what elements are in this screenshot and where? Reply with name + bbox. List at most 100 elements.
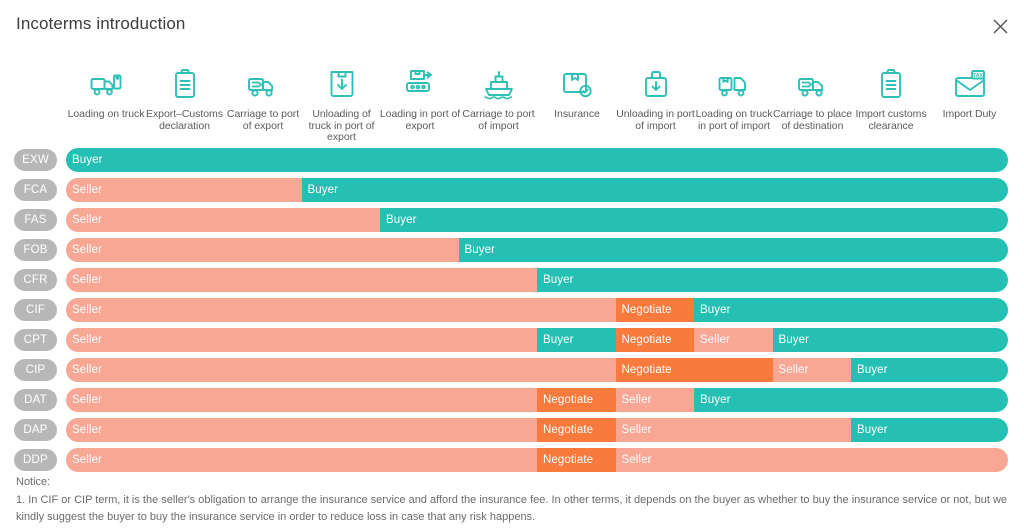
responsibility-bar: Seller Negotiate Seller Buyer	[66, 358, 1008, 382]
incoterm-code-dat[interactable]: DAT	[14, 389, 57, 411]
segment-seller: Seller	[694, 328, 773, 352]
carriage-to-place-of-destination-icon	[796, 62, 830, 106]
segment-seller: Seller	[615, 388, 694, 412]
incoterms-rows: EXW Buyer FCA Seller Buyer FAS Seller Buyer FOB S…	[0, 146, 1024, 476]
segment-buyer: Buyer	[537, 328, 616, 352]
stage-column-5: Loading in port of export	[380, 62, 460, 150]
notice-item-1: 1. In CIF or CIP term, it is the seller'…	[16, 494, 1008, 523]
incoterm-code-cif[interactable]: CIF	[14, 299, 57, 321]
responsibility-bar: Seller Negotiate Buyer	[66, 298, 1008, 322]
segment-seller: Seller	[772, 358, 851, 382]
stage-column-4: Unloading of truck in port of export	[302, 62, 382, 150]
incoterm-code-ddp[interactable]: DDP	[14, 449, 57, 471]
stage-column-1: Loading on truck	[66, 62, 146, 150]
stage-column-12: TAX Import Duty	[930, 62, 1010, 150]
incoterm-code-dap[interactable]: DAP	[14, 419, 57, 441]
responsibility-bar: Seller Buyer	[66, 238, 1008, 262]
segment-seller: Seller	[66, 208, 380, 232]
unloading-in-port-of-import-icon	[639, 62, 673, 106]
responsibility-bar: Seller Negotiate Seller Buyer	[66, 418, 1008, 442]
responsibility-bar: Seller Buyer	[66, 208, 1008, 232]
page-title: Incoterms introduction	[16, 14, 186, 33]
incoterm-code-cip[interactable]: CIP	[14, 359, 57, 381]
stage-column-6: Carriage to port of import	[459, 62, 539, 150]
stage-column-8: Unloading in port of import	[616, 62, 696, 150]
incoterm-row: EXW Buyer	[0, 146, 1024, 176]
segment-buyer: Buyer	[301, 178, 1008, 202]
incoterm-code-cfr[interactable]: CFR	[14, 269, 57, 291]
import-customs-clearance-icon	[874, 62, 908, 106]
segment-seller: Seller	[66, 178, 302, 202]
stage-column-label: Carriage to port of import	[462, 108, 535, 132]
carriage-to-port-of-import-icon	[482, 62, 516, 106]
stage-column-2: Export–Customs declaration	[145, 62, 225, 150]
incoterm-code-fob[interactable]: FOB	[14, 239, 57, 261]
segment-seller: Seller	[66, 358, 616, 382]
close-icon[interactable]	[988, 14, 1012, 38]
segment-seller: Seller	[66, 268, 537, 292]
dialog-header: Incoterms introduction	[0, 0, 1024, 52]
segment-buyer: Buyer	[694, 388, 1008, 412]
stage-column-9: Loading on truck in port of import	[694, 62, 774, 150]
carriage-to-port-of-export-icon	[246, 62, 280, 106]
import-duty-icon: TAX	[953, 62, 987, 106]
stage-column-label: Loading on truck in port of import	[695, 108, 773, 132]
segment-seller: Seller	[66, 328, 537, 352]
stage-column-label: Unloading of truck in port of export	[308, 108, 375, 144]
incoterm-code-fas[interactable]: FAS	[14, 209, 57, 231]
stage-column-label: Import customs clearance	[855, 108, 927, 132]
responsibility-bar: Seller Negotiate Seller	[66, 448, 1008, 472]
incoterm-row: CPT Seller Buyer Negotiate Seller Buyer	[0, 326, 1024, 356]
incoterms-dialog: Incoterms introduction Loading on truck E…	[0, 0, 1024, 532]
segment-buyer: Buyer	[537, 268, 1008, 292]
stage-column-3: Carriage to port of export	[223, 62, 303, 150]
incoterm-code-fca[interactable]: FCA	[14, 179, 57, 201]
incoterm-code-exw[interactable]: EXW	[14, 149, 57, 171]
stage-column-10: Carriage to place of destination	[773, 62, 853, 150]
segment-seller: Seller	[66, 238, 459, 262]
stage-column-label: Loading on truck	[67, 108, 145, 120]
incoterm-row: FCA Seller Buyer	[0, 176, 1024, 206]
notice-heading: Notice:	[16, 476, 51, 488]
stage-column-label: Carriage to port of export	[226, 108, 300, 132]
segment-buyer: Buyer	[694, 298, 1008, 322]
stage-column-headers: Loading on truck Export–Customs declarati…	[66, 62, 1008, 150]
stage-column-label: Insurance	[554, 108, 600, 120]
segment-seller: Seller	[66, 388, 537, 412]
incoterm-row: FAS Seller Buyer	[0, 206, 1024, 236]
responsibility-bar: Seller Buyer Negotiate Seller Buyer	[66, 328, 1008, 352]
loading-on-truck-icon	[89, 62, 123, 106]
export-customs-declaration-icon	[168, 62, 202, 106]
segment-seller: Seller	[66, 418, 537, 442]
stage-column-label: Export–Customs declaration	[146, 108, 223, 132]
responsibility-bar: Seller Buyer	[66, 178, 1008, 202]
incoterm-row: FOB Seller Buyer	[0, 236, 1024, 266]
incoterm-row: CFR Seller Buyer	[0, 266, 1024, 296]
segment-buyer: Buyer	[458, 238, 1008, 262]
segment-seller: Seller	[615, 418, 851, 442]
stage-column-11: Import customs clearance	[851, 62, 931, 150]
stage-column-label: Import Duty	[942, 108, 997, 120]
segment-seller: Seller	[615, 448, 1008, 472]
segment-negotiate: Negotiate	[537, 448, 616, 472]
loading-in-port-of-export-icon	[403, 62, 437, 106]
svg-text:TAX: TAX	[973, 73, 984, 79]
incoterm-code-cpt[interactable]: CPT	[14, 329, 57, 351]
stage-column-7: Insurance	[537, 62, 617, 150]
segment-buyer: Buyer	[380, 208, 1008, 232]
segment-negotiate: Negotiate	[537, 388, 616, 412]
stage-column-label: Carriage to place of destination	[772, 108, 853, 132]
segment-negotiate: Negotiate	[615, 358, 773, 382]
segment-negotiate: Negotiate	[615, 328, 694, 352]
responsibility-bar: Seller Buyer	[66, 268, 1008, 292]
incoterm-row: DDP Seller Negotiate Seller	[0, 446, 1024, 476]
segment-buyer: Buyer	[772, 328, 1008, 352]
incoterm-row: CIP Seller Negotiate Seller Buyer	[0, 356, 1024, 386]
incoterm-row: DAT Seller Negotiate Seller Buyer	[0, 386, 1024, 416]
segment-seller: Seller	[66, 448, 537, 472]
incoterm-row: CIF Seller Negotiate Buyer	[0, 296, 1024, 326]
incoterm-row: DAP Seller Negotiate Seller Buyer	[0, 416, 1024, 446]
segment-negotiate: Negotiate	[537, 418, 616, 442]
responsibility-bar: Seller Negotiate Seller Buyer	[66, 388, 1008, 412]
segment-buyer: Buyer	[851, 418, 1008, 442]
